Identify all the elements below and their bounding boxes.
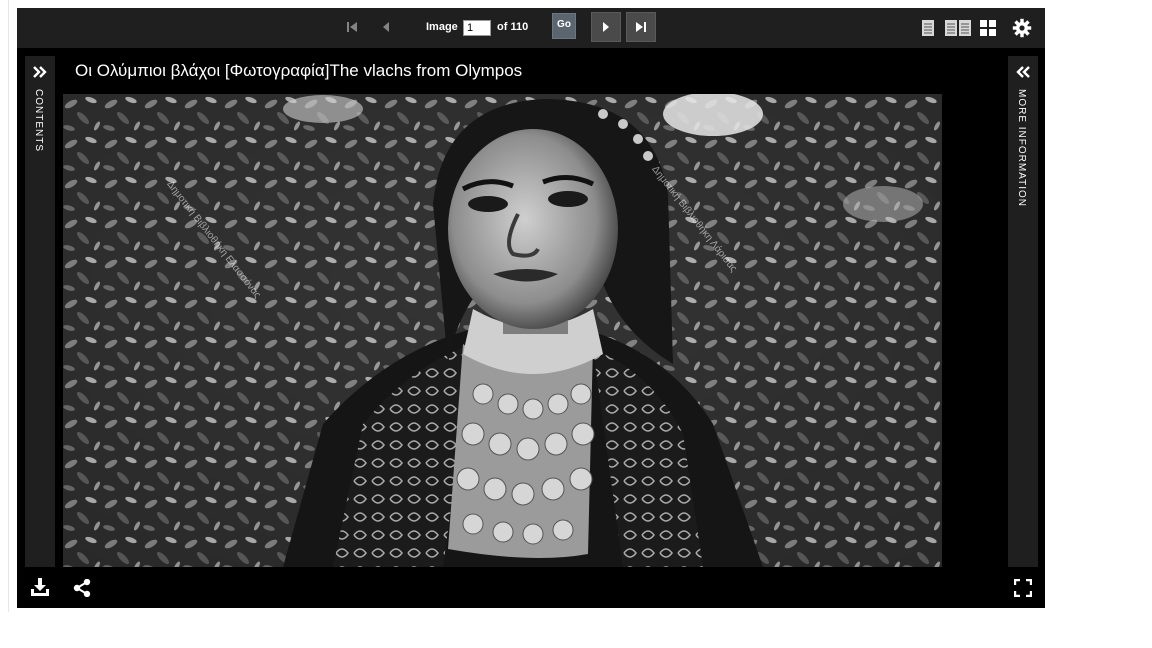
thumbnail-grid-button[interactable] <box>979 19 997 37</box>
single-page-view-icon <box>922 20 934 36</box>
download-button[interactable] <box>29 576 51 598</box>
thumbnail-grid-icon <box>980 20 996 36</box>
single-page-view-button[interactable] <box>921 19 935 37</box>
next-page-button[interactable] <box>591 12 621 42</box>
fullscreen-button[interactable] <box>1012 577 1034 599</box>
expand-double-chevron-left-icon <box>1016 66 1030 78</box>
first-page-icon <box>347 22 357 32</box>
go-button[interactable]: Go <box>552 13 576 39</box>
more-information-panel-label: MORE INFORMATION <box>1016 89 1027 208</box>
more-information-panel-toggle[interactable]: MORE INFORMATION <box>1008 56 1038 567</box>
first-page-button[interactable] <box>337 12 367 42</box>
image-viewer: Image of 110 Go <box>17 8 1045 608</box>
previous-page-icon <box>383 22 389 32</box>
last-page-button[interactable] <box>626 12 656 42</box>
next-page-icon <box>603 22 609 32</box>
image-count-label: of 110 <box>497 21 529 33</box>
previous-page-button[interactable] <box>371 12 401 42</box>
image-number-input[interactable] <box>463 20 491 36</box>
viewer-toolbar: Image of 110 Go <box>17 8 1045 48</box>
download-icon <box>31 578 49 596</box>
share-icon <box>73 579 91 597</box>
share-button[interactable] <box>71 577 93 599</box>
fullscreen-icon <box>1014 579 1032 597</box>
image-label: Image <box>426 21 458 33</box>
two-page-view-button[interactable] <box>944 19 972 37</box>
settings-gear-icon <box>1012 18 1032 38</box>
contents-panel-label: CONTENTS <box>33 89 44 152</box>
document-photo: Δημοτική Βιβλιοθήκη Ελασσόνας Δημοτική Β… <box>63 94 942 567</box>
document-title: Οι Ολύμπιοι βλάχοι [Φωτογραφία]The vlach… <box>75 61 523 80</box>
two-page-view-icon <box>945 20 971 36</box>
settings-button[interactable] <box>1012 18 1032 38</box>
photo-image <box>63 94 942 567</box>
contents-panel-toggle[interactable]: CONTENTS <box>25 56 55 567</box>
expand-double-chevron-right-icon <box>33 66 47 78</box>
last-page-icon <box>636 22 646 32</box>
